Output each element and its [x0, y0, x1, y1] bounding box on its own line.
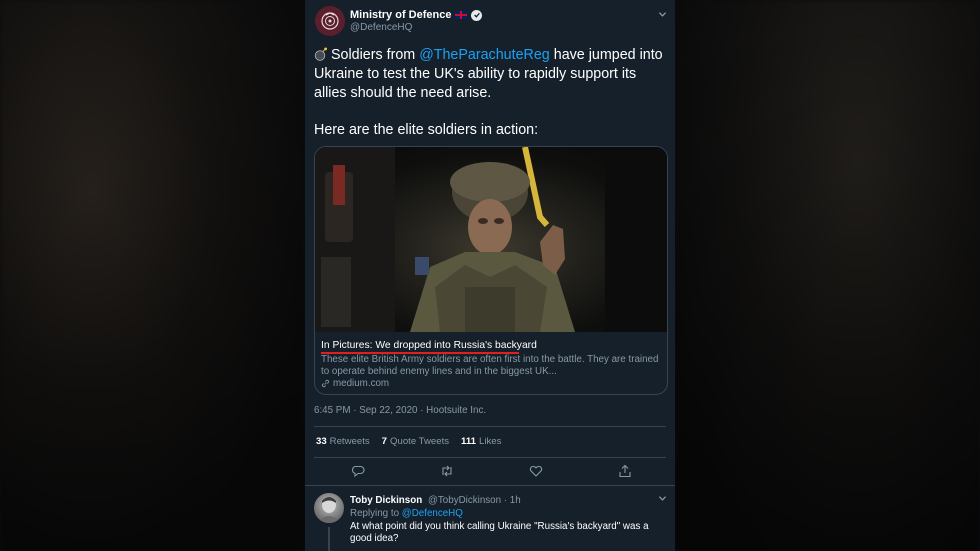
tweet-actions — [349, 464, 639, 482]
reply-button[interactable] — [351, 464, 367, 480]
like-icon — [529, 465, 543, 477]
card-description: These elite British Army soldiers are of… — [321, 354, 659, 377]
tweet-body: Soldiers from @TheParachuteReg have jump… — [314, 46, 670, 140]
author-name-row[interactable]: Ministry of Defence — [350, 9, 483, 21]
likes-stat[interactable]: 111 Likes — [461, 436, 501, 447]
quotes-stat[interactable]: 7 Quote Tweets — [382, 436, 449, 447]
author-handle[interactable]: @DefenceHQ — [350, 22, 412, 33]
reply-time: · 1h — [503, 495, 521, 506]
bomb-emoji-icon — [314, 47, 327, 61]
tweet-timestamp[interactable]: 6:45 PM · Sep 22, 2020 · Hootsuite Inc. — [314, 405, 486, 416]
thread-line — [328, 527, 330, 551]
uk-flag-icon — [455, 11, 468, 19]
reply-text: At what point did you think calling Ukra… — [350, 521, 649, 544]
retweets-count: 33 — [316, 436, 327, 447]
reply-author-name[interactable]: Toby Dickinson — [350, 495, 422, 506]
retweets-label: Retweets — [329, 436, 370, 447]
ministry-crest-icon — [321, 12, 339, 30]
card-domain[interactable]: medium.com — [333, 378, 389, 389]
reply-avatar-photo — [317, 497, 341, 523]
divider — [314, 457, 666, 458]
reply-author-handle[interactable]: @TobyDickinson — [428, 495, 501, 506]
replying-prefix: Replying to — [350, 508, 402, 519]
soldier-photo — [315, 147, 667, 332]
blurred-background-left — [0, 0, 305, 551]
avatar[interactable] — [315, 6, 345, 36]
share-button[interactable] — [618, 464, 634, 480]
card-image[interactable] — [315, 147, 667, 332]
likes-label: Likes — [479, 436, 502, 447]
likes-count: 111 — [461, 436, 476, 447]
link-icon — [321, 379, 330, 388]
mention-link[interactable]: @TheParachuteReg — [419, 47, 550, 63]
replying-to: Replying to @DefenceHQ — [350, 508, 463, 519]
card-title[interactable]: In Pictures: We dropped into Russia's ba… — [321, 340, 537, 351]
quotes-count: 7 — [381, 436, 388, 447]
reply-author-row[interactable]: Toby Dickinson @TobyDickinson · 1h — [350, 495, 521, 506]
tweet-text-prefix: Soldiers from — [331, 47, 420, 63]
divider — [305, 485, 675, 486]
chevron-down-icon[interactable] — [658, 10, 667, 19]
replying-mention[interactable]: @DefenceHQ — [402, 508, 463, 519]
avatar[interactable] — [314, 493, 344, 523]
blurred-background-right — [675, 0, 980, 551]
author-name[interactable]: Ministry of Defence — [350, 9, 451, 21]
verified-badge-icon — [471, 9, 483, 21]
like-button[interactable] — [529, 464, 545, 480]
card-domain-row[interactable]: medium.com — [321, 378, 389, 389]
engagement-stats: 33 Retweets 7 Quote Tweets 111 Likes — [316, 436, 501, 447]
retweet-button[interactable] — [440, 464, 456, 480]
tweet-text-paragraph-2: Here are the elite soldiers in action: — [314, 122, 539, 138]
tweet-panel: Ministry of Defence @DefenceHQ Soldiers … — [305, 0, 675, 551]
retweet-icon — [442, 465, 452, 477]
chevron-down-icon[interactable] — [658, 494, 667, 503]
retweets-stat[interactable]: 33 Retweets — [316, 436, 370, 447]
divider — [314, 426, 666, 427]
link-card[interactable]: In Pictures: We dropped into Russia's ba… — [314, 146, 668, 395]
quotes-label: Quote Tweets — [390, 436, 450, 447]
share-icon — [619, 464, 631, 478]
reply-icon — [352, 465, 365, 478]
